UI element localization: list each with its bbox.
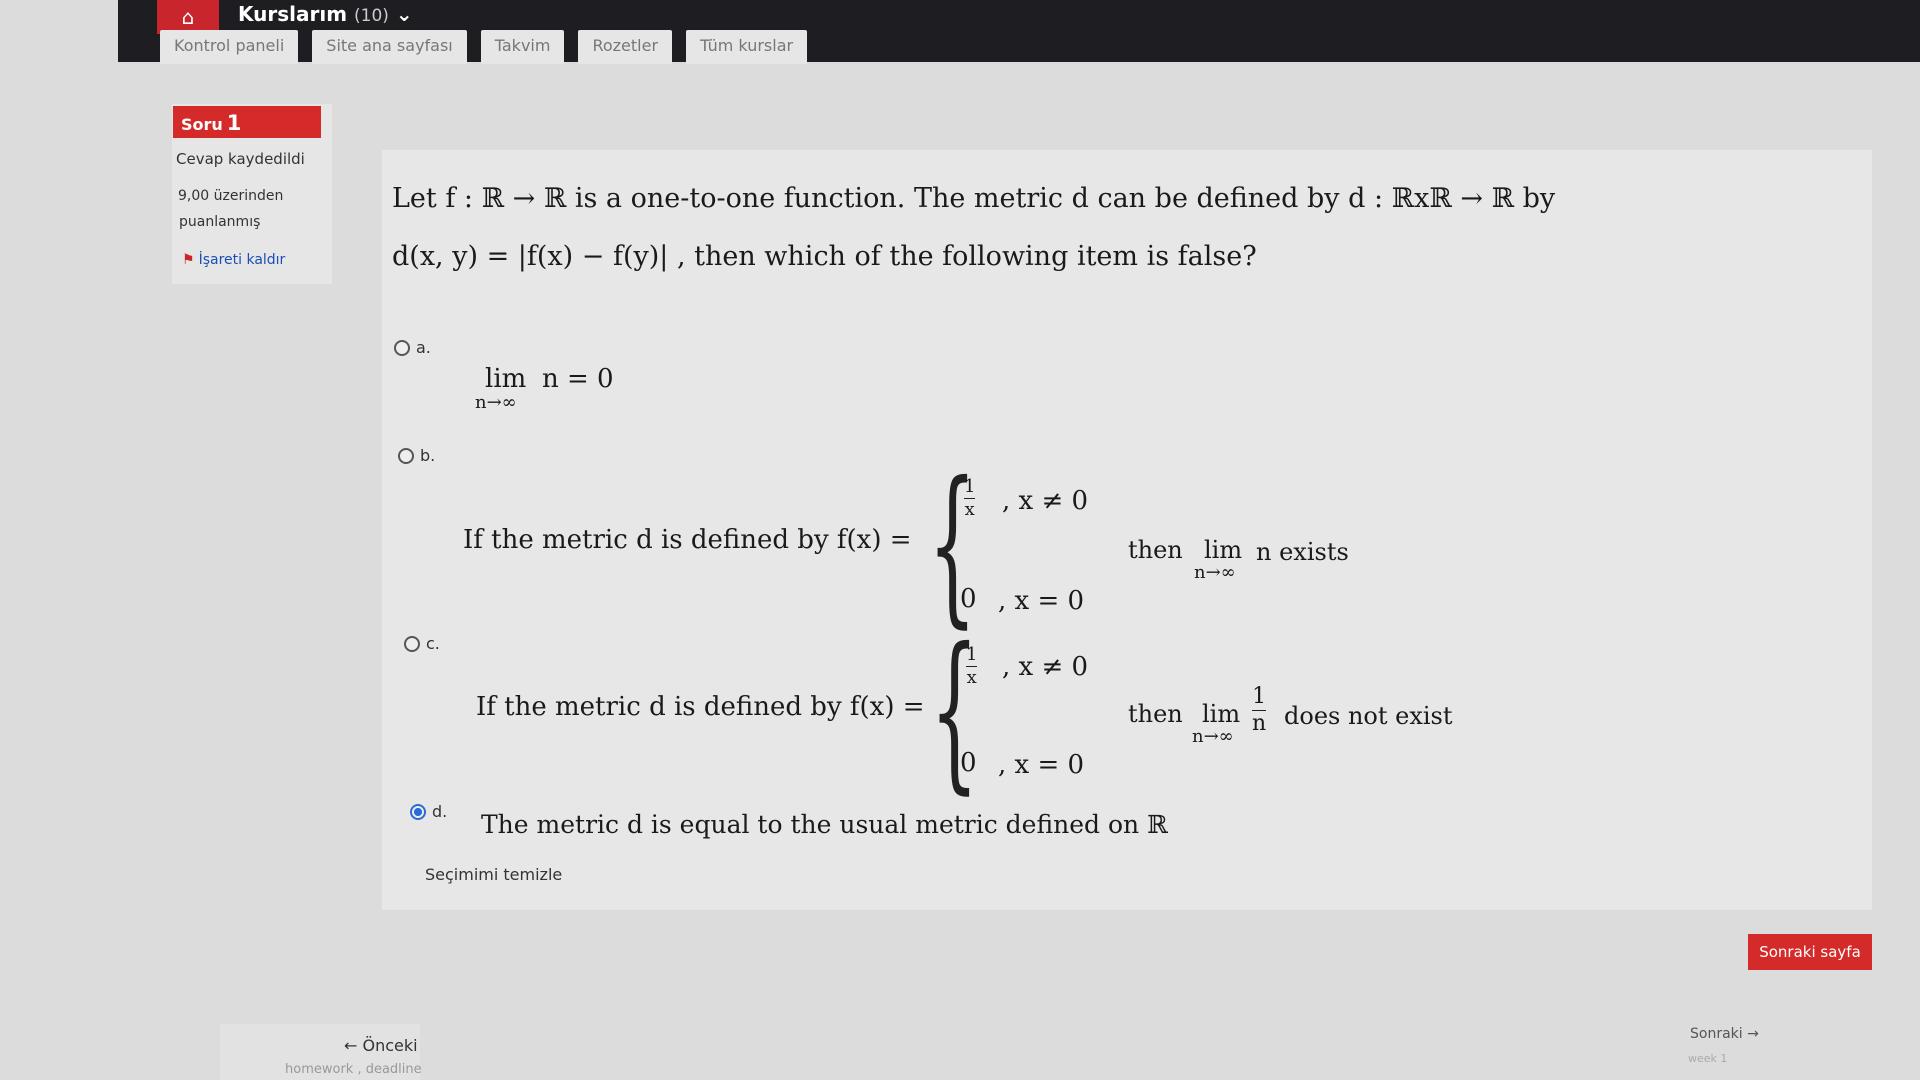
option-c-case2-val: 0 [960, 748, 977, 778]
option-b-then: then [1128, 536, 1183, 564]
option-a-sub: n→∞ [475, 392, 517, 413]
option-d-radio[interactable] [410, 803, 426, 820]
option-c-radio[interactable] [404, 635, 420, 652]
option-a-expr: n = 0 [542, 364, 614, 394]
option-c-frac: 1n [1252, 684, 1267, 736]
option-b[interactable]: b. [398, 446, 435, 465]
option-c-then: then [1128, 700, 1183, 728]
points-line1: 9,00 üzerinden [178, 188, 284, 204]
option-a-radio[interactable] [394, 339, 410, 356]
courses-count: (10) [354, 6, 389, 26]
option-c-case2-cond: , x = 0 [998, 750, 1085, 780]
clear-selection-link[interactable]: Seçimimi temizle [425, 865, 562, 884]
option-b-tail: n exists [1256, 538, 1349, 566]
points-line2: puanlanmış [179, 214, 261, 230]
option-c-sub: n→∞ [1192, 726, 1234, 747]
option-b-radio[interactable] [398, 447, 414, 464]
home-icon: ⌂ [181, 5, 195, 29]
next-activity-sub: week 1 [1688, 1052, 1728, 1065]
courses-menu[interactable]: Kurslarım (10) ⌄ [238, 2, 413, 26]
tab-site-home[interactable]: Site ana sayfası [312, 30, 467, 64]
question-line-1: Let f : ℝ → ℝ is a one-to-one function. … [392, 183, 1556, 214]
prev-activity-sub: homework , deadline [285, 1062, 422, 1077]
option-b-case1-frac: 1x [964, 476, 976, 520]
option-a[interactable]: a. [394, 338, 431, 357]
question-line-2: d(x, y) = |f(x) − f(y)| , then which of … [392, 241, 1257, 272]
option-b-case2-cond: , x = 0 [998, 586, 1085, 616]
option-b-case2-val: 0 [960, 584, 977, 614]
tab-all-courses[interactable]: Tüm kurslar [686, 30, 808, 64]
question-text: Let f : ℝ → ℝ is a one-to-one function. … [392, 170, 1642, 286]
next-page-button[interactable]: Sonraki sayfa [1748, 934, 1872, 970]
option-c[interactable]: c. [404, 634, 440, 653]
chevron-down-icon: ⌄ [395, 2, 413, 26]
option-b-lim: lim [1204, 536, 1243, 564]
option-c-tail: does not exist [1284, 702, 1453, 730]
secondary-nav: Kontrol paneli Site ana sayfası Takvim R… [160, 30, 808, 64]
option-c-case1-cond: , x ≠ 0 [1002, 652, 1089, 682]
tab-badges[interactable]: Rozetler [578, 30, 673, 64]
option-b-case1-cond: , x ≠ 0 [1002, 486, 1089, 516]
home-button[interactable]: ⌂ [157, 0, 219, 34]
prev-activity-link[interactable]: ← Önceki [344, 1036, 418, 1055]
option-c-case1-frac: 1x [966, 644, 978, 688]
answer-status: Cevap kaydedildi [176, 150, 305, 168]
option-c-lead: If the metric d is defined by f(x) = [476, 692, 925, 722]
courses-label: Kurslarım [238, 2, 348, 26]
question-number-badge: Soru 1 [173, 106, 321, 138]
tab-dashboard[interactable]: Kontrol paneli [160, 30, 299, 64]
option-b-lead: If the metric d is defined by f(x) = [463, 525, 912, 555]
flag-icon: ⚑ [182, 252, 195, 268]
tab-calendar[interactable]: Takvim [480, 30, 565, 64]
option-b-sub: n→∞ [1194, 562, 1236, 583]
flag-question-link[interactable]: ⚑ İşareti kaldır [182, 252, 285, 268]
next-activity-link[interactable]: Sonraki → [1690, 1026, 1759, 1042]
option-a-lim: lim [485, 364, 527, 394]
option-c-lim: lim [1202, 700, 1241, 728]
option-d-text: The metric d is equal to the usual metri… [481, 810, 1168, 839]
option-d[interactable]: d. [410, 802, 447, 821]
